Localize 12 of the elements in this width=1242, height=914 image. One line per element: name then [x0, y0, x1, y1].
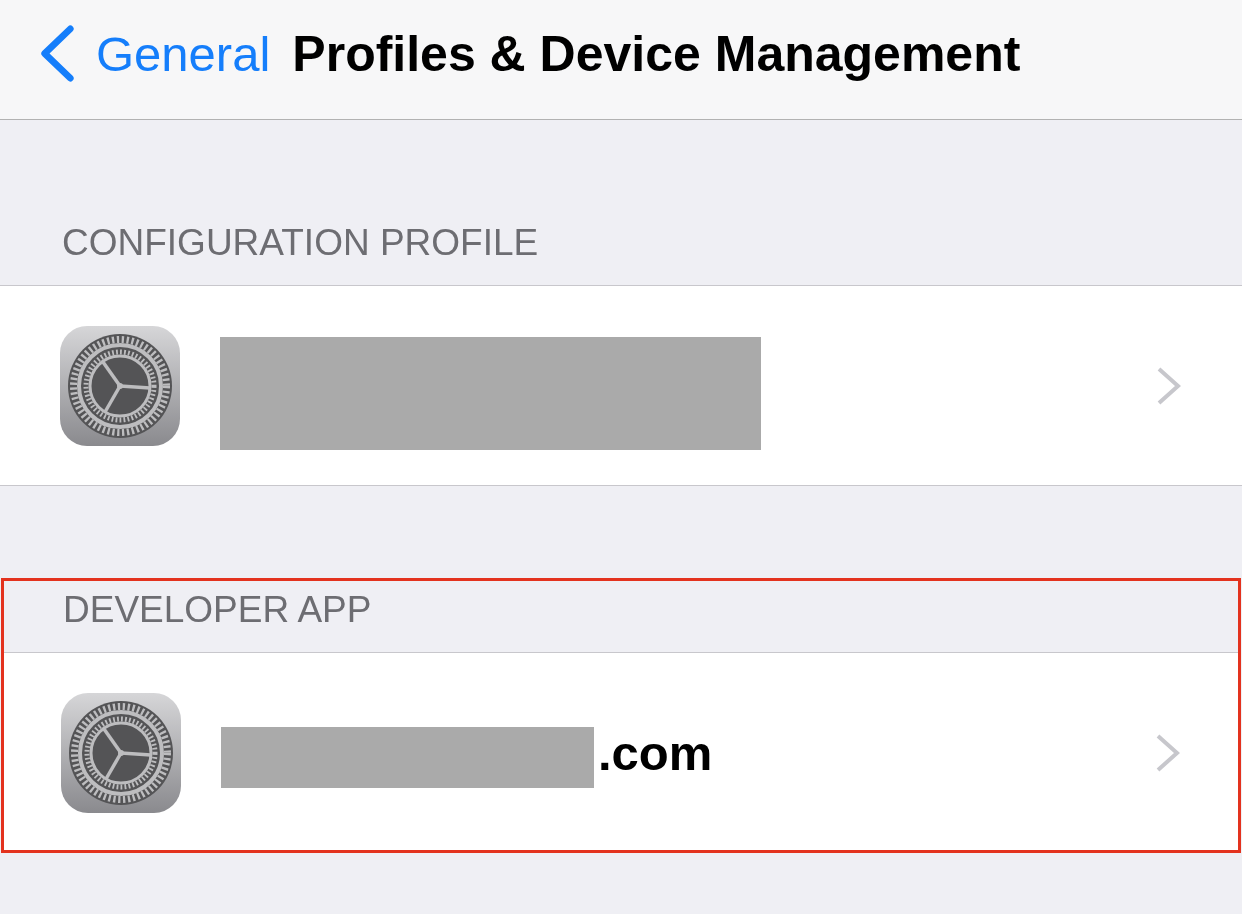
row-title: .com [598, 724, 713, 781]
back-button[interactable]: General [38, 25, 271, 82]
nav-title: Profiles & Device Management [292, 24, 1021, 83]
chevron-right-icon [1155, 732, 1181, 773]
list-row[interactable]: .com [1, 652, 1241, 853]
section-header: DEVELOPER APP [63, 591, 372, 628]
gear-icon [60, 325, 180, 446]
chevron-right-icon [1156, 365, 1182, 406]
list-row[interactable] [0, 285, 1242, 486]
chevron-left-icon [38, 25, 76, 82]
gear-icon [61, 692, 181, 813]
section-header: CONFIGURATION PROFILE [62, 224, 539, 261]
